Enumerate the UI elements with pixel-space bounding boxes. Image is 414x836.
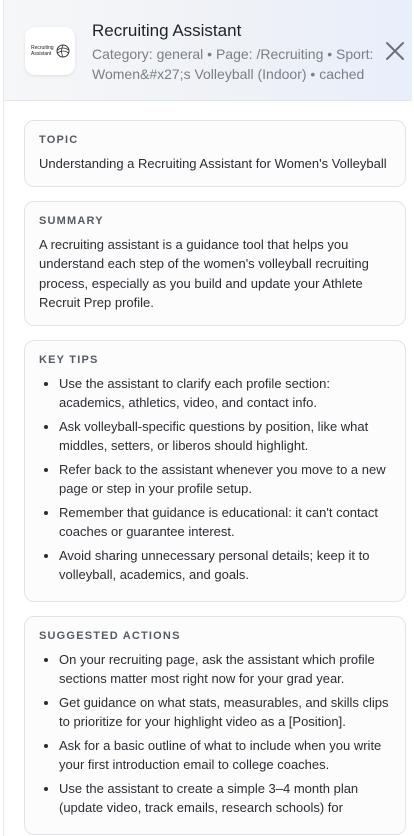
app-logo: Recruiting Assistant xyxy=(25,27,75,75)
summary-text: A recruiting assistant is a guidance too… xyxy=(39,236,369,311)
panel-header: Recruiting Assistant Recruiting Assistan… xyxy=(4,0,412,101)
key-tips-list: Use the assistant to clarify each profil… xyxy=(39,374,391,585)
topic-label: TOPIC xyxy=(39,134,79,146)
topic-text: Understanding a Recruiting Assistant for… xyxy=(39,156,387,171)
list-item: Refer back to the assistant whenever you… xyxy=(59,460,391,499)
summary-label: SUMMARY xyxy=(39,214,104,227)
key-tips-card: KEY TIPS Use the assistant to clarify ea… xyxy=(24,339,406,602)
list-item: Use the assistant to create a simple 3–4… xyxy=(59,779,391,818)
suggested-actions-label: SUGGESTED ACTIONS xyxy=(39,629,181,642)
list-item: Use the assistant to clarify each profil… xyxy=(59,374,391,413)
list-item: On your recruiting page, ask the assista… xyxy=(59,650,391,689)
panel-content: TOPIC Understanding a Recruiting Assista… xyxy=(4,100,412,836)
list-item: Avoid sharing unnecessary personal detai… xyxy=(59,546,391,585)
svg-text:Assistant: Assistant xyxy=(31,51,52,57)
assistant-panel: Recruiting Assistant Recruiting Assistan… xyxy=(3,0,412,836)
list-item: Remember that guidance is educational: i… xyxy=(59,503,391,542)
panel-title: Recruiting Assistant xyxy=(92,21,242,40)
suggested-actions-list: On your recruiting page, ask the assista… xyxy=(39,650,391,818)
recruiting-logo-icon: Recruiting Assistant xyxy=(31,44,70,58)
topic-card: TOPIC Understanding a Recruiting Assista… xyxy=(24,120,406,187)
key-tips-label: KEY TIPS xyxy=(39,353,99,366)
list-item: Ask for a basic outline of what to inclu… xyxy=(59,736,391,775)
summary-card: SUMMARY A recruiting assistant is a guid… xyxy=(24,200,406,326)
close-icon[interactable] xyxy=(384,40,406,62)
list-item: Get guidance on what stats, measurables,… xyxy=(59,693,391,732)
list-item: Ask volleyball-specific questions by pos… xyxy=(59,417,391,456)
suggested-actions-card: SUGGESTED ACTIONS On your recruiting pag… xyxy=(24,615,406,835)
panel-meta: Category: general • Page: /Recruiting • … xyxy=(92,46,374,82)
